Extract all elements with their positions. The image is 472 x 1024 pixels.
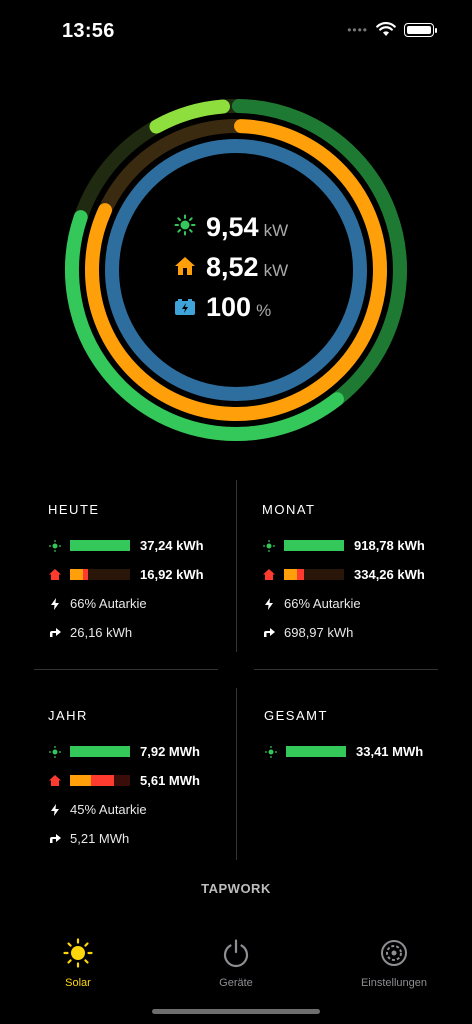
divider-vertical-bottom — [236, 688, 237, 860]
status-time: 13:56 — [62, 20, 115, 42]
sun-small-icon — [262, 539, 276, 552]
consumption-value: 334,26 kWh — [354, 567, 425, 582]
export-arrow-icon — [48, 627, 62, 638]
stats-heute: HEUTE 37,24 kWh 16,92 kWh 66% Autarkie 2… — [48, 502, 228, 647]
export-value: 26,16 kWh — [70, 625, 133, 640]
autarkie-row: 45% Autarkie — [48, 795, 228, 824]
house-power-unit: kW — [263, 261, 289, 280]
production-row: 33,41 MWh — [264, 737, 444, 766]
gear-icon — [381, 940, 407, 966]
consumption-value: 5,61 MWh — [140, 773, 200, 788]
divider-horizontal-right — [254, 669, 438, 670]
production-row: 918,78 kWh — [262, 531, 442, 560]
house-small-icon — [262, 569, 276, 580]
tab-geraete[interactable]: Geräte — [176, 938, 296, 989]
production-bar — [286, 746, 346, 757]
power-icon — [223, 939, 249, 968]
export-row: 26,16 kWh — [48, 618, 228, 647]
divider-horizontal-left — [34, 669, 218, 670]
production-value: 33,41 MWh — [356, 744, 424, 759]
consumption-row: 16,92 kWh — [48, 560, 228, 589]
export-row: 698,97 kWh — [262, 618, 442, 647]
production-row: 37,24 kWh — [48, 531, 228, 560]
production-bar — [70, 746, 130, 757]
production-bar — [284, 540, 344, 551]
production-value: 918,78 kWh — [354, 538, 425, 553]
production-value: 37,24 kWh — [140, 538, 204, 553]
sun-icon — [63, 938, 93, 968]
autarkie-value: 66% Autarkie — [70, 596, 147, 611]
stats-monat: MONAT 918,78 kWh 334,26 kWh 66% Autarkie… — [262, 502, 442, 647]
export-row: 5,21 MWh — [48, 824, 228, 853]
house-small-icon — [48, 775, 62, 786]
stats-title: HEUTE — [48, 502, 100, 517]
stats-gesamt: GESAMT 33,41 MWh — [264, 708, 444, 766]
export-arrow-icon — [48, 833, 62, 844]
power-summary: 9,54 kW 8,52 kW 100 % — [170, 212, 330, 332]
sun-small-icon — [264, 745, 278, 758]
house-small-icon — [48, 569, 62, 580]
tab-einstellungen[interactable]: Einstellungen — [334, 938, 454, 989]
tab-label: Einstellungen — [360, 977, 428, 989]
status-icons: •••• — [347, 22, 437, 37]
tab-label: Geräte — [219, 977, 253, 989]
export-value: 698,97 kWh — [284, 625, 354, 640]
sun-small-icon — [48, 745, 62, 758]
consumption-bar — [70, 775, 130, 786]
wifi-icon — [376, 22, 396, 36]
bolt-icon — [48, 597, 62, 610]
consumption-row: 5,61 MWh — [48, 766, 228, 795]
signal-dots-icon: •••• — [347, 22, 368, 37]
sun-small-icon — [48, 539, 62, 552]
export-arrow-icon — [262, 627, 276, 638]
tab-label: Solar — [65, 977, 91, 989]
battery-charge-icon — [170, 294, 200, 320]
autarkie-value: 45% Autarkie — [70, 802, 147, 817]
production-value: 7,92 MWh — [140, 744, 200, 759]
autarkie-value: 66% Autarkie — [284, 596, 361, 611]
export-value: 5,21 MWh — [70, 831, 130, 846]
stats-jahr: JAHR 7,92 MWh 5,61 MWh 45% Autarkie 5,21… — [48, 708, 228, 853]
battery-level-row: 100 % — [170, 292, 330, 332]
solar-power-unit: kW — [263, 221, 289, 240]
production-bar — [70, 540, 130, 551]
autarkie-row: 66% Autarkie — [262, 589, 442, 618]
house-power-row: 8,52 kW — [170, 252, 330, 292]
stats-title: JAHR — [48, 708, 88, 723]
solar-power-row: 9,54 kW — [170, 212, 330, 252]
stats-title: MONAT — [262, 502, 316, 517]
home-indicator — [152, 1009, 320, 1014]
consumption-value: 16,92 kWh — [140, 567, 204, 582]
battery-level-unit: % — [256, 301, 272, 320]
battery-status-icon — [404, 22, 437, 37]
sun-icon — [170, 212, 200, 238]
stats-title: GESAMT — [264, 708, 328, 723]
house-icon — [170, 253, 200, 279]
consumption-bar — [284, 569, 344, 580]
consumption-row: 334,26 kWh — [262, 560, 442, 589]
house-power-value: 8,52 — [206, 252, 259, 282]
solar-power-value: 9,54 — [206, 212, 259, 242]
bolt-icon — [48, 803, 62, 816]
autarkie-row: 66% Autarkie — [48, 589, 228, 618]
divider-vertical-top — [236, 480, 237, 652]
battery-level-value: 100 — [206, 292, 252, 322]
brand-label: TAPWORK — [201, 881, 271, 896]
bolt-icon — [262, 597, 276, 610]
tab-solar[interactable]: Solar — [18, 938, 138, 989]
consumption-bar — [70, 569, 130, 580]
production-row: 7,92 MWh — [48, 737, 228, 766]
